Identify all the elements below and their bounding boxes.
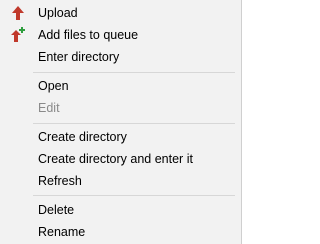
- menu-item-create-directory[interactable]: Create directory: [0, 126, 240, 148]
- menu-separator: [33, 195, 235, 196]
- context-menu: Upload Add files to queue Enter director…: [0, 0, 242, 244]
- menu-item-upload[interactable]: Upload: [0, 2, 240, 24]
- menu-item-upload-label: Upload: [38, 6, 78, 20]
- menu-item-create-directory-and-enter[interactable]: Create directory and enter it: [0, 148, 240, 170]
- menu-item-delete-label: Delete: [38, 203, 75, 217]
- menu-item-open-label: Open: [38, 79, 69, 93]
- menu-item-edit-label: Edit: [38, 101, 60, 115]
- menu-item-create-directory-label: Create directory: [38, 130, 127, 144]
- menu-item-enter-directory[interactable]: Enter directory: [0, 46, 240, 68]
- menu-item-refresh-label: Refresh: [38, 174, 82, 188]
- menu-item-edit: Edit: [0, 97, 240, 119]
- menu-item-enter-directory-label: Enter directory: [38, 50, 120, 64]
- add-to-queue-icon: [10, 27, 26, 43]
- menu-separator: [33, 123, 235, 124]
- menu-item-add-files-to-queue-label: Add files to queue: [38, 28, 139, 42]
- upload-arrow-icon: [10, 5, 26, 21]
- menu-item-delete[interactable]: Delete: [0, 199, 240, 221]
- menu-item-add-files-to-queue[interactable]: Add files to queue: [0, 24, 240, 46]
- menu-item-create-directory-and-enter-label: Create directory and enter it: [38, 152, 193, 166]
- menu-item-rename-label: Rename: [38, 225, 86, 239]
- menu-separator: [33, 72, 235, 73]
- menu-item-refresh[interactable]: Refresh: [0, 170, 240, 192]
- menu-item-rename[interactable]: Rename: [0, 221, 240, 243]
- menu-item-open[interactable]: Open: [0, 75, 240, 97]
